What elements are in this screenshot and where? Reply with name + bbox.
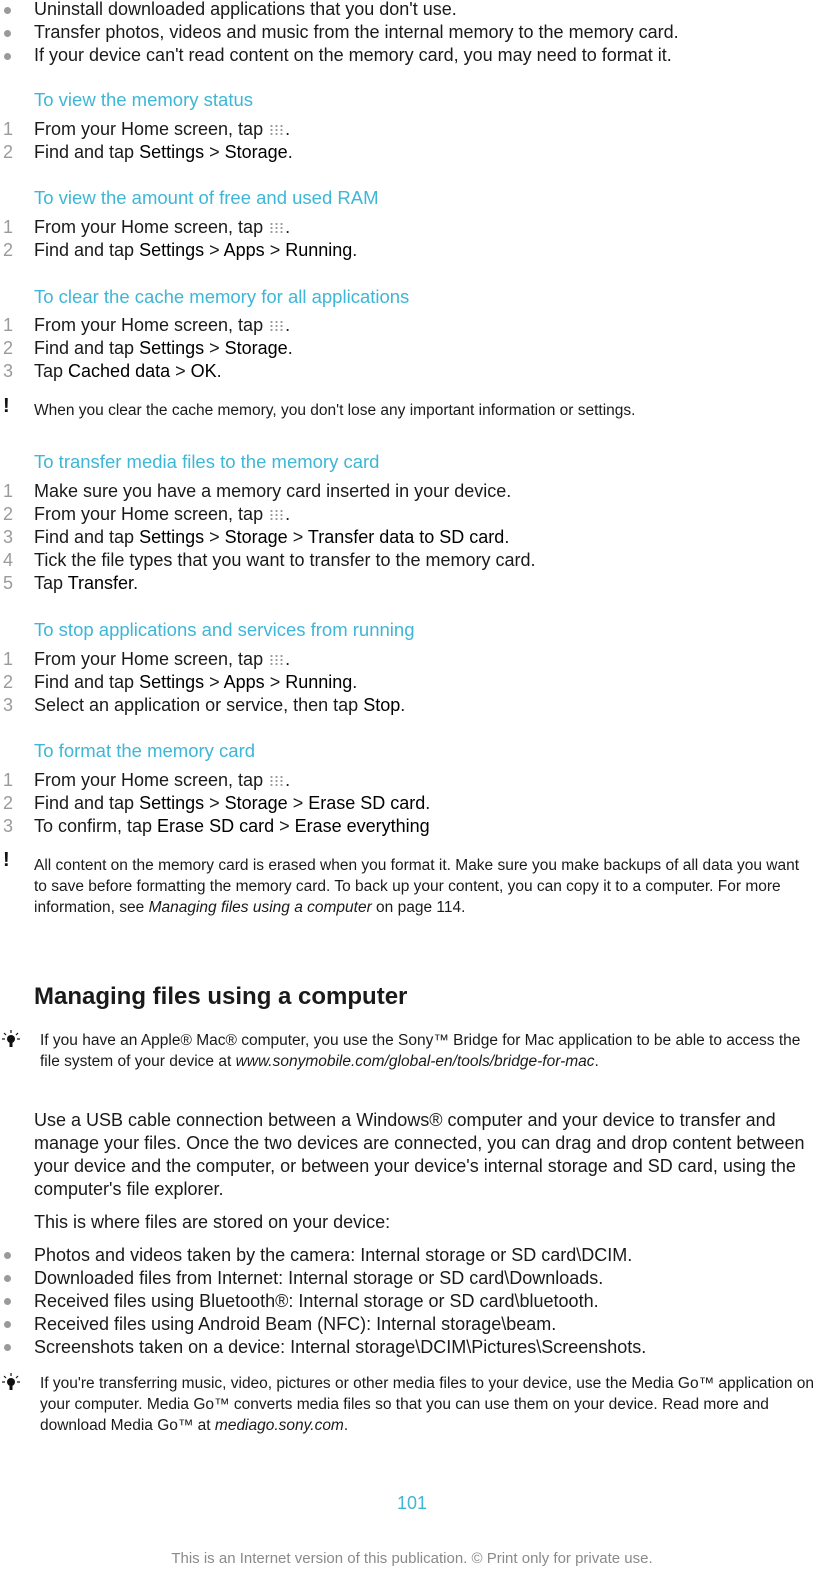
step-item: From your Home screen, tap .	[34, 119, 291, 139]
section-heading: To stop applications and services from r…	[34, 619, 415, 640]
apps-grid-icon	[269, 124, 285, 136]
bullet-icon	[4, 30, 11, 37]
step-number: 2	[3, 240, 14, 260]
footer-notice: This is an Internet version of this publ…	[171, 1550, 653, 1567]
bullet-icon	[4, 1344, 11, 1351]
tip-lightbulb-icon	[2, 1373, 20, 1390]
storage-intro: This is where files are stored on your d…	[34, 1212, 391, 1232]
step-item: From your Home screen, tap .	[34, 315, 291, 335]
step-item: Tick the file types that you want to tra…	[34, 550, 536, 570]
step-item: Find and tap Settings > Apps > Running.	[34, 672, 358, 692]
step-number: 3	[3, 816, 14, 836]
step-item: Make sure you have a memory card inserte…	[34, 481, 512, 501]
section-heading: To view the memory status	[34, 89, 253, 110]
list-item: Downloaded files from Internet: Internal…	[34, 1268, 604, 1288]
bullet-icon	[4, 1321, 11, 1328]
apps-grid-icon	[269, 654, 285, 666]
step-number: 5	[3, 573, 14, 593]
bullet-icon	[4, 1252, 11, 1259]
list-item: Received files using Bluetooth®: Interna…	[34, 1291, 599, 1311]
list-item: Uninstall downloaded applications that y…	[34, 0, 457, 19]
warning-icon: !	[3, 395, 10, 417]
list-item: Photos and videos taken by the camera: I…	[34, 1245, 633, 1265]
bullet-icon	[4, 7, 11, 14]
step-number: 1	[3, 649, 14, 669]
warning-icon: !	[3, 849, 10, 871]
warning-note: When you clear the cache memory, you don…	[34, 402, 636, 419]
step-item: Select an application or service, then t…	[34, 695, 406, 715]
step-number: 3	[3, 527, 14, 547]
page-number: 101	[396, 1493, 428, 1513]
bullet-icon	[4, 1298, 11, 1305]
step-number: 2	[3, 793, 14, 813]
tip-note: If you're transferring music, video, pic…	[40, 1375, 815, 1434]
step-item: Find and tap Settings > Storage > Erase …	[34, 793, 431, 813]
bullet-icon	[4, 53, 11, 60]
warning-note: All content on the memory card is erased…	[34, 857, 800, 916]
list-item: Screenshots taken on a device: Internal …	[34, 1337, 647, 1357]
section-heading: To transfer media files to the memory ca…	[34, 451, 380, 472]
step-number: 1	[3, 217, 14, 237]
step-item: From your Home screen, tap .	[34, 504, 291, 524]
apps-grid-icon	[269, 509, 285, 521]
list-item: Received files using Android Beam (NFC):…	[34, 1314, 557, 1334]
step-number: 1	[3, 315, 14, 335]
tip-lightbulb-icon	[2, 1030, 20, 1047]
step-item: From your Home screen, tap .	[34, 649, 291, 669]
step-item: From your Home screen, tap .	[34, 770, 291, 790]
page-section-title: Managing files using a computer	[34, 983, 408, 1010]
step-number: 3	[3, 361, 14, 381]
apps-grid-icon	[269, 320, 285, 332]
list-item: Transfer photos, videos and music from t…	[34, 22, 679, 42]
usb-paragraph: Use a USB cable connection between a Win…	[34, 1110, 805, 1199]
bridge-for-mac-link[interactable]: www.sonymobile.com/global-en/tools/bridg…	[236, 1053, 595, 1070]
step-number: 3	[3, 695, 14, 715]
cross-reference-link[interactable]: Managing files using a computer	[149, 899, 372, 916]
section-heading: To view the amount of free and used RAM	[34, 187, 379, 208]
step-number: 1	[3, 770, 14, 790]
mediago-link[interactable]: mediago.sony.com	[215, 1417, 344, 1434]
step-number: 2	[3, 338, 14, 358]
step-number: 2	[3, 142, 14, 162]
step-item: From your Home screen, tap .	[34, 217, 291, 237]
step-number: 1	[3, 119, 14, 139]
step-number: 4	[3, 550, 14, 570]
apps-grid-icon	[269, 775, 285, 787]
step-item: Tap Cached data > OK.	[34, 361, 222, 381]
list-item: If your device can't read content on the…	[34, 45, 672, 65]
step-item: To confirm, tap Erase SD card > Erase ev…	[34, 816, 430, 836]
bullet-icon	[4, 1275, 11, 1282]
step-item: Find and tap Settings > Storage > Transf…	[34, 527, 510, 547]
step-number: 2	[3, 504, 14, 524]
step-number: 2	[3, 672, 14, 692]
apps-grid-icon	[269, 222, 285, 234]
step-item: Find and tap Settings > Apps > Running.	[34, 240, 358, 260]
step-item: Find and tap Settings > Storage.	[34, 338, 293, 358]
step-number: 1	[3, 481, 14, 501]
step-item: Find and tap Settings > Storage.	[34, 142, 293, 162]
tip-note: If you have an Apple® Mac® computer, you…	[40, 1032, 801, 1070]
section-heading: To clear the cache memory for all applic…	[34, 286, 410, 307]
section-heading: To format the memory card	[34, 740, 256, 761]
step-item: Tap Transfer.	[34, 573, 139, 593]
